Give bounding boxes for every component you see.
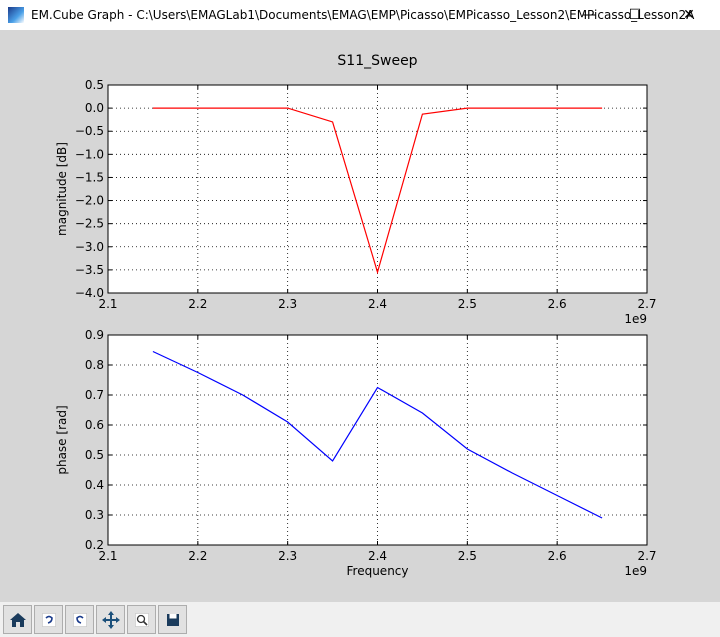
home-icon xyxy=(9,612,26,627)
y-tick-label: −1.0 xyxy=(75,147,104,161)
maximize-icon: ☐ xyxy=(628,7,642,23)
y-axis-label: magnitude [dB] xyxy=(55,142,69,236)
subplot-1: 2.1 2.2 2.3 2.4 2.5 2.6 2.70.50.0−0.5−1.0−1.5−… xyxy=(55,53,657,326)
app-icon xyxy=(8,7,24,23)
minimize-icon: — xyxy=(582,7,596,23)
x-tick-label: 2.4 xyxy=(368,549,387,563)
save-button[interactable] xyxy=(158,605,187,634)
x-tick-label: 2.3 xyxy=(278,297,297,311)
x-axis-label: Frequency xyxy=(347,564,409,578)
y-tick-label: 0.3 xyxy=(85,508,104,522)
x-tick-label: 2.4 xyxy=(368,297,387,311)
y-tick-label: −3.5 xyxy=(75,263,104,277)
y-tick-label: −2.0 xyxy=(75,194,104,208)
y-tick-label: −3.0 xyxy=(75,240,104,254)
y-tick-label: 0.4 xyxy=(85,478,104,492)
x-tick-label: 2.5 xyxy=(458,549,477,563)
forward-icon xyxy=(72,612,87,627)
back-icon xyxy=(41,612,56,627)
close-icon: ✕ xyxy=(683,7,695,23)
y-tick-label: 0.6 xyxy=(85,418,104,432)
y-tick-label: 0.5 xyxy=(85,78,104,92)
x-tick-label: 2.5 xyxy=(458,297,477,311)
x-tick-label: 2.7 xyxy=(637,297,656,311)
zoom-icon xyxy=(134,612,149,627)
y-axis-label: phase [rad] xyxy=(55,405,69,474)
save-icon xyxy=(166,613,179,626)
forward-button[interactable] xyxy=(65,605,94,634)
back-button[interactable] xyxy=(34,605,63,634)
x-tick-label: 2.2 xyxy=(188,549,207,563)
minimize-button[interactable]: — xyxy=(566,0,612,30)
y-tick-label: 0.0 xyxy=(85,101,104,115)
y-tick-label: 0.8 xyxy=(85,358,104,372)
subplot-2: 2.1 2.2 2.3 2.4 2.5 2.6 2.70.90.80.70.60.50.40… xyxy=(55,328,657,578)
y-tick-label: −2.5 xyxy=(75,217,104,231)
zoom-button[interactable] xyxy=(127,605,156,634)
figure: 2.1 2.2 2.3 2.4 2.5 2.6 2.70.50.0−0.5−1.0−1.5−… xyxy=(55,53,657,578)
y-tick-label: −4.0 xyxy=(75,286,104,300)
maximize-button[interactable]: ☐ xyxy=(612,0,658,30)
y-tick-label: 0.7 xyxy=(85,388,104,402)
home-button[interactable] xyxy=(3,605,32,634)
x-offset-label: 1e9 xyxy=(624,312,647,326)
chart-title: S11_Sweep xyxy=(337,53,417,69)
navigation-toolbar xyxy=(0,602,720,637)
figure-canvas[interactable]: 2.1 2.2 2.3 2.4 2.5 2.6 2.7 0.5 0.0 −0.5 −1.0 −1.5−… xyxy=(0,30,720,602)
pan-icon xyxy=(101,610,120,629)
y-tick-label: 0.9 xyxy=(85,328,104,342)
pan-button[interactable] xyxy=(96,605,125,634)
x-tick-label: 2.7 xyxy=(637,549,656,563)
y-tick-label: −0.5 xyxy=(75,124,104,138)
close-button[interactable]: ✕ xyxy=(658,0,720,30)
x-tick-label: 2.6 xyxy=(548,549,567,563)
x-tick-label: 2.3 xyxy=(278,549,297,563)
title-bar: EM.Cube Graph - C:\Users\EMAGLab1\Docume… xyxy=(0,0,720,30)
y-tick-label: 0.2 xyxy=(85,538,104,552)
y-tick-label: −1.5 xyxy=(75,170,104,184)
x-offset-label: 1e9 xyxy=(624,564,647,578)
x-tick-label: 2.2 xyxy=(188,297,207,311)
x-tick-label: 2.6 xyxy=(548,297,567,311)
y-tick-label: 0.5 xyxy=(85,448,104,462)
